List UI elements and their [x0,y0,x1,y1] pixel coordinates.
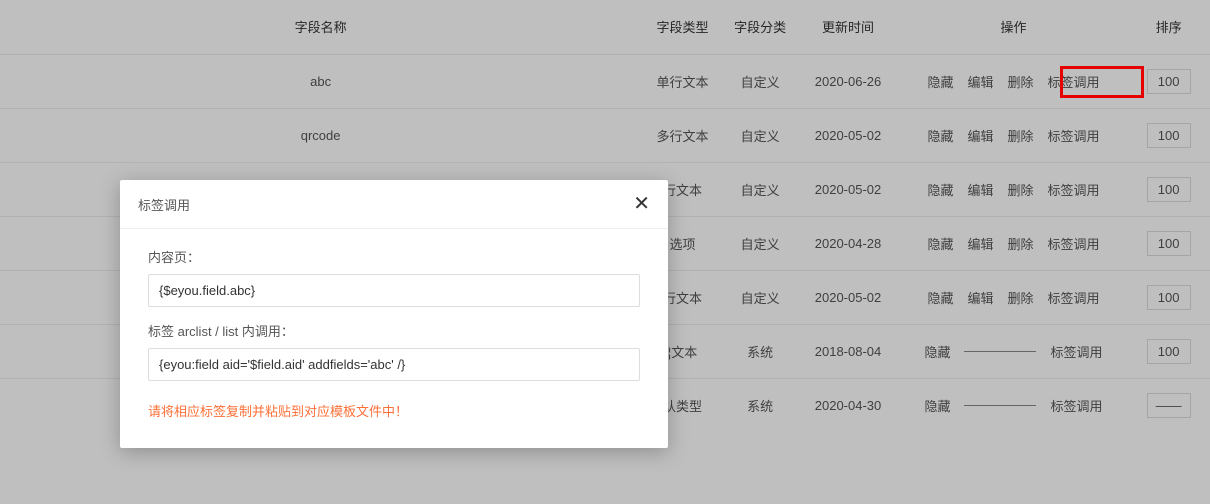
tag-modal: 标签调用 ✕ 内容页： 标签 arclist / list 内调用： 请将相应标… [120,180,668,448]
modal-body: 内容页： 标签 arclist / list 内调用： 请将相应标签复制并粘贴到… [120,229,668,448]
close-icon[interactable]: ✕ [633,194,650,214]
hint-text: 请将相应标签复制并粘贴到对应模板文件中！ [148,401,640,420]
label-content-page: 内容页： [148,247,640,266]
modal-title: 标签调用 [138,195,190,214]
input-arclist-tag[interactable] [148,348,640,381]
label-arclist: 标签 arclist / list 内调用： [148,321,640,340]
modal-header: 标签调用 ✕ [120,180,668,229]
input-content-tag[interactable] [148,274,640,307]
